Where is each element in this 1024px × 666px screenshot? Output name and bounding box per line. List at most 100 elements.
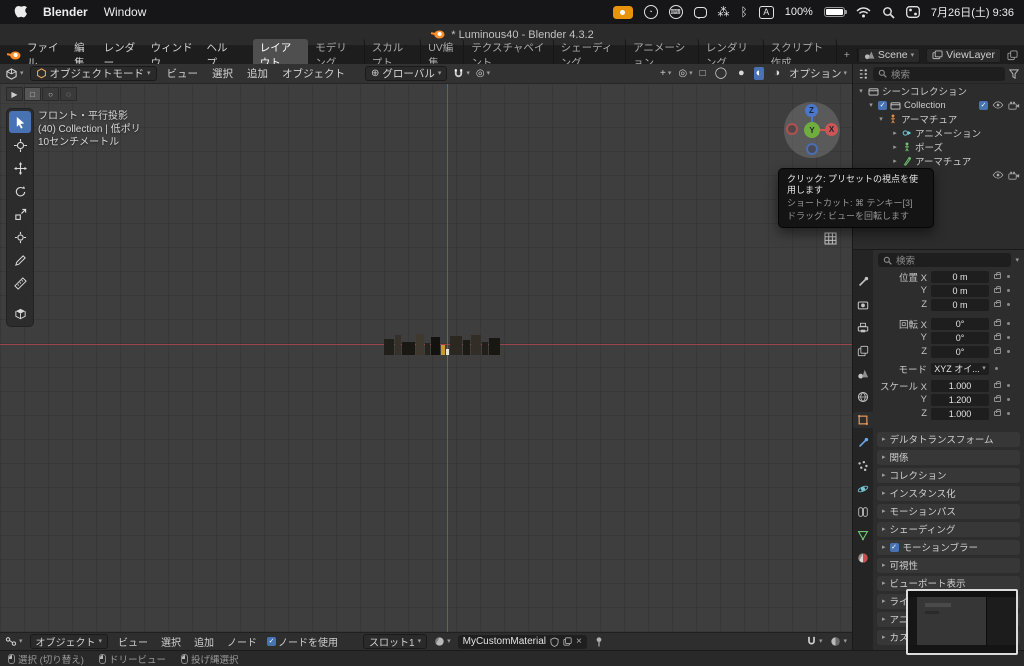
duplicate-icon[interactable] xyxy=(563,637,572,646)
outliner-filter-icon[interactable] xyxy=(1009,68,1019,79)
lock-icon[interactable] xyxy=(994,300,1001,307)
tab-material[interactable] xyxy=(853,550,873,566)
tab-constraints[interactable] xyxy=(853,504,873,520)
viewport-menu-object[interactable]: オブジェクト xyxy=(278,66,349,81)
disclosure-icon[interactable]: ▸ xyxy=(891,129,899,137)
snap-toggle[interactable]: ▾ xyxy=(453,68,470,80)
section-instancing[interactable]: ▸ インスタンス化 xyxy=(877,485,1020,501)
lock-icon[interactable] xyxy=(994,272,1001,279)
lock-icon[interactable] xyxy=(994,286,1001,293)
tool-move[interactable] xyxy=(9,157,31,179)
motion-blur-checkbox[interactable]: ✓ xyxy=(889,542,899,552)
pin-icon[interactable] xyxy=(594,636,604,647)
disclosure-icon[interactable]: ▾ xyxy=(857,87,865,95)
grid-toggle-icon[interactable] xyxy=(824,232,837,245)
show-gizmo-toggle[interactable]: + ▾ xyxy=(660,68,671,79)
outliner-editor-icon[interactable] xyxy=(858,68,869,79)
control-center-icon[interactable] xyxy=(905,6,920,18)
viewport-canvas[interactable]: ▶ □ ○ ◌ フロント・平行投影 (40) Collection | 低ポリ … xyxy=(0,84,852,632)
tab-scene[interactable] xyxy=(853,366,873,382)
scene-model[interactable] xyxy=(384,333,500,355)
tab-particles[interactable] xyxy=(853,458,873,474)
menubar-app-name[interactable]: Blender xyxy=(43,5,88,19)
shader-menu-node[interactable]: ノード xyxy=(224,634,260,649)
bluetooth-icon[interactable]: ᛒ xyxy=(741,5,748,19)
collection-checkbox[interactable]: ✓ xyxy=(878,100,887,110)
tab-object-data[interactable] xyxy=(853,527,873,543)
scale-x-field[interactable]: 1.000 xyxy=(931,379,989,392)
viewport-menu-view[interactable]: ビュー xyxy=(163,66,203,81)
location-x-field[interactable]: 0 m xyxy=(931,270,989,283)
tool-cursor[interactable] xyxy=(9,134,31,156)
shading-rendered-button[interactable]: ◑ xyxy=(771,67,782,80)
animate-decorator[interactable] xyxy=(1007,398,1010,401)
section-motion-blur[interactable]: ▸ ✓ モーションブラー xyxy=(877,539,1020,555)
tool-measure[interactable] xyxy=(9,272,31,294)
shading-wireframe-button[interactable]: ◯ xyxy=(713,67,729,80)
disclosure-icon[interactable]: ▸ xyxy=(891,157,899,165)
section-motion-paths[interactable]: ▸ モーションパス xyxy=(877,503,1020,519)
shader-type-selector[interactable]: オブジェクト ▾ xyxy=(29,634,109,649)
select-circle-button[interactable]: ○ xyxy=(42,87,59,101)
camera-icon[interactable] xyxy=(1008,171,1020,180)
section-relations[interactable]: ▸ 関係 xyxy=(877,449,1020,465)
tab-render[interactable] xyxy=(853,297,873,313)
animate-decorator[interactable] xyxy=(1007,322,1010,325)
section-collections[interactable]: ▸ コレクション xyxy=(877,467,1020,483)
animate-decorator[interactable] xyxy=(995,367,998,370)
outliner-row-armature-data[interactable]: ▸ アーマチュア xyxy=(853,154,1024,168)
lock-icon[interactable] xyxy=(994,319,1001,326)
tab-view-layer[interactable] xyxy=(853,343,873,359)
lock-icon[interactable] xyxy=(994,347,1001,354)
rotation-y-field[interactable]: 0° xyxy=(931,331,989,344)
blender-menu-icon[interactable] xyxy=(0,50,21,61)
material-name-field[interactable]: MyCustomMaterial × xyxy=(457,634,587,649)
shader-menu-select[interactable]: 選択 xyxy=(158,634,184,649)
scale-z-field[interactable]: 1.000 xyxy=(931,407,989,420)
input-source-icon[interactable]: A xyxy=(758,5,774,19)
animate-decorator[interactable] xyxy=(1007,336,1010,339)
tab-object[interactable] xyxy=(853,412,873,428)
tool-scale[interactable] xyxy=(9,203,31,225)
apple-menu-icon[interactable] xyxy=(14,5,27,20)
menubar-paw-icon[interactable]: ⁂ xyxy=(718,5,730,19)
tab-tool[interactable] xyxy=(853,274,873,290)
screen-preview-window[interactable] xyxy=(906,589,1018,655)
navigation-gizmo[interactable]: Z Y X xyxy=(784,102,840,158)
menubar-datetime[interactable]: 7月26日(土) 9:36 xyxy=(931,4,1014,20)
shader-menu-view[interactable]: ビュー xyxy=(115,634,151,649)
material-slot-selector[interactable]: スロット1 ▾ xyxy=(363,634,428,649)
viewlayer-selector[interactable]: ViewLayer xyxy=(926,47,1001,63)
lock-icon[interactable] xyxy=(994,395,1001,402)
shader-menu-add[interactable]: 追加 xyxy=(191,634,217,649)
outliner-row-scene-collection[interactable]: ▾ シーンコレクション xyxy=(853,84,1024,98)
add-workspace-button[interactable]: + xyxy=(837,48,858,62)
tab-world[interactable] xyxy=(853,389,873,405)
lock-icon[interactable] xyxy=(994,381,1001,388)
shader-editor-type-button[interactable]: ▾ xyxy=(5,636,23,647)
animate-decorator[interactable] xyxy=(1007,412,1010,415)
gizmo-neg-z-axis[interactable] xyxy=(806,143,818,155)
spotlight-search-icon[interactable] xyxy=(882,6,895,19)
disclosure-icon[interactable]: ▾ xyxy=(867,101,875,109)
tool-add-cube[interactable] xyxy=(9,302,31,324)
shading-material-button[interactable]: ◐ xyxy=(753,67,765,80)
menubar-chat-icon[interactable] xyxy=(693,6,707,19)
tool-select-box[interactable] xyxy=(9,111,31,133)
wifi-icon[interactable] xyxy=(856,6,871,18)
transform-orientation-selector[interactable]: ⊕ グローバル ▾ xyxy=(365,66,448,81)
section-visibility[interactable]: ▸ 可視性 xyxy=(877,557,1020,573)
tab-output[interactable] xyxy=(853,320,873,336)
scale-y-field[interactable]: 1.200 xyxy=(931,393,989,406)
tab-modifiers[interactable] xyxy=(853,435,873,451)
tool-annotate[interactable] xyxy=(9,249,31,271)
select-box-button[interactable]: □ xyxy=(24,87,41,101)
scene-selector[interactable]: Scene ▾ xyxy=(857,47,921,63)
tool-transform[interactable] xyxy=(9,226,31,248)
proportional-editing-toggle[interactable]: ◎ ▾ xyxy=(476,68,490,79)
tool-rotate[interactable] xyxy=(9,180,31,202)
animate-decorator[interactable] xyxy=(1007,275,1010,278)
rotation-mode-select[interactable]: XYZ オイ... ▾ xyxy=(931,362,989,375)
outliner-row-collection[interactable]: ▾ ✓ Collection ✓ xyxy=(853,98,1024,112)
rotation-z-field[interactable]: 0° xyxy=(931,345,989,358)
